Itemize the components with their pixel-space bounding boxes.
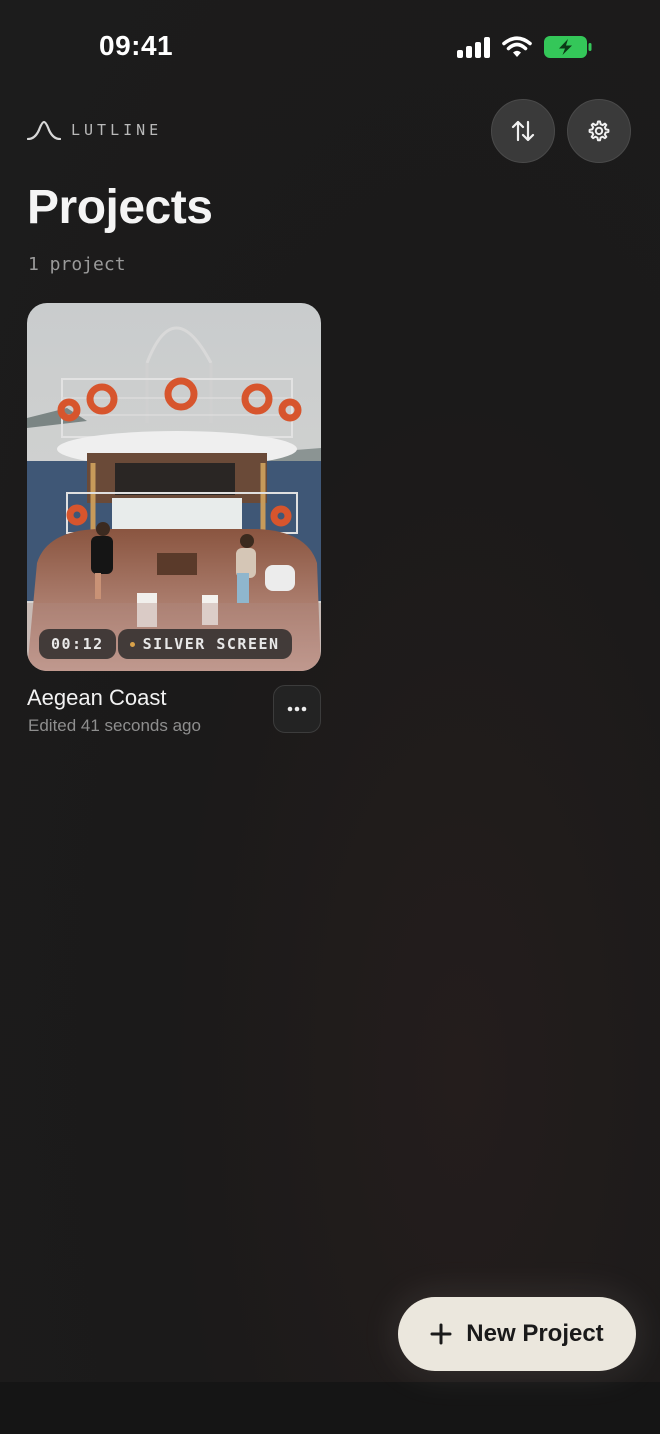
gear-icon: [588, 120, 610, 142]
project-count: 1 project: [28, 254, 126, 275]
wifi-icon: [502, 36, 532, 57]
battery-charging-icon: [544, 36, 592, 58]
thumbnail-badges: 00:12 SILVER SCREEN: [39, 629, 292, 659]
sort-arrows-icon: [511, 120, 535, 142]
settings-button[interactable]: [567, 99, 631, 163]
cellular-signal-icon: [457, 36, 490, 58]
project-title[interactable]: Aegean Coast: [27, 685, 166, 711]
bottom-bar: [0, 1382, 660, 1434]
plus-icon: [430, 1323, 452, 1345]
duration-badge: 00:12: [39, 629, 116, 659]
project-edited-time: Edited 41 seconds ago: [28, 716, 201, 735]
lutline-curve-icon: [27, 120, 61, 140]
project-thumbnail: [27, 303, 321, 671]
app-logo: LUTLINE: [27, 120, 162, 140]
sort-button[interactable]: [491, 99, 555, 163]
look-indicator-dot: [129, 641, 135, 647]
status-bar: 09:41: [0, 0, 660, 96]
new-project-button[interactable]: New Project: [398, 1297, 636, 1371]
look-badge: SILVER SCREEN: [117, 629, 292, 659]
project-more-button[interactable]: [273, 685, 321, 733]
project-card[interactable]: 00:12 SILVER SCREEN: [27, 303, 321, 671]
status-icons: [457, 36, 592, 58]
look-name: SILVER SCREEN: [142, 635, 280, 653]
page-title: Projects: [27, 181, 213, 234]
ellipsis-icon: [287, 706, 307, 712]
app-name: LUTLINE: [71, 121, 163, 139]
status-time: 09:41: [99, 30, 174, 61]
new-project-label: New Project: [466, 1320, 604, 1347]
